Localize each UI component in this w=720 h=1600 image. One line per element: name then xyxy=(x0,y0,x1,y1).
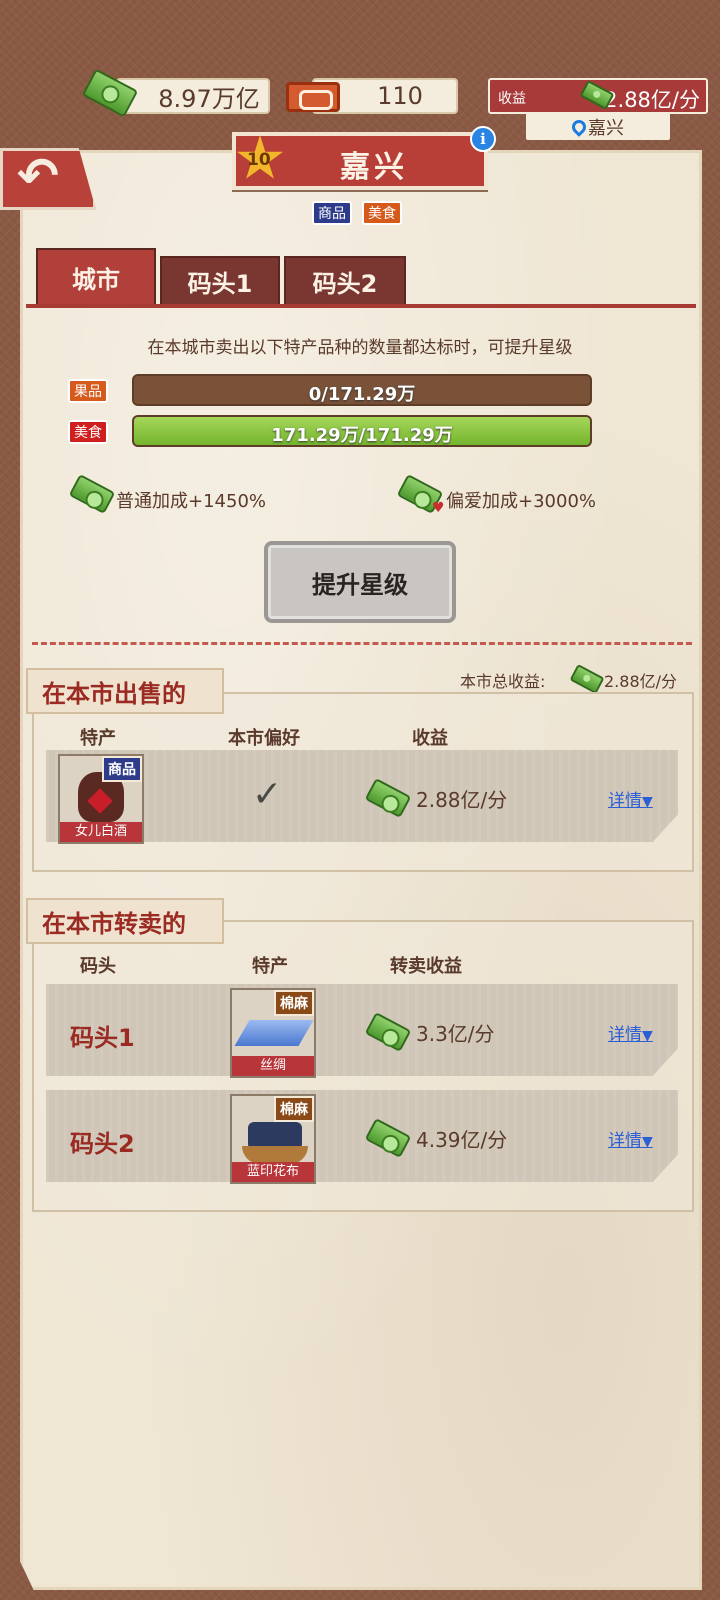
progress-bar-food: 171.29万/171.29万 xyxy=(132,415,592,447)
location-display[interactable]: 嘉兴 xyxy=(526,113,670,140)
cash-display: 8.97万亿 xyxy=(116,78,270,114)
section-divider xyxy=(32,642,692,645)
checkmark-icon: ✓ xyxy=(252,774,283,815)
resell-row xyxy=(46,984,678,1076)
sell-section-title: 在本市出售的 xyxy=(26,668,224,714)
location-name: 嘉兴 xyxy=(588,117,624,139)
detail-link-sell[interactable]: 详情▼ xyxy=(608,786,653,811)
upgrade-star-button[interactable]: 提升星级 xyxy=(264,541,456,623)
detail-link-dock1[interactable]: 详情▼ xyxy=(608,1020,653,1045)
sell-col-income: 收益 xyxy=(412,728,448,749)
income-label: 收益 xyxy=(498,91,526,107)
product-tag: 棉麻 xyxy=(274,1096,314,1122)
ticket-icon xyxy=(286,82,340,112)
location-pin-icon xyxy=(569,116,589,137)
resell-section-title: 在本市转卖的 xyxy=(26,898,224,944)
normal-bonus: 普通加成+1450% xyxy=(116,491,266,512)
dock-name: 码头2 xyxy=(70,1130,135,1158)
sell-col-product: 特产 xyxy=(80,728,116,749)
detail-link-dock2[interactable]: 详情▼ xyxy=(608,1126,653,1151)
upgrade-hint: 在本城市卖出以下特产品种的数量都达标时，可提升星级 xyxy=(147,338,573,358)
sell-income: 2.88亿/分 xyxy=(416,788,508,812)
city-tag-goods: 商品 xyxy=(312,201,352,225)
progress-text-fruit: 0/171.29万 xyxy=(308,384,416,405)
product-tag: 商品 xyxy=(102,756,142,782)
tab-city[interactable]: 城市 xyxy=(36,248,156,306)
sell-col-preference: 本市偏好 xyxy=(228,728,300,749)
cash-value: 8.97万亿 xyxy=(158,84,260,113)
heart-icon: ♥ xyxy=(432,500,445,516)
tab-underline xyxy=(26,304,696,308)
resell-income: 4.39亿/分 xyxy=(416,1128,508,1152)
silk-icon xyxy=(234,1020,314,1046)
product-thumb-silk[interactable]: 棉麻 丝绸 xyxy=(230,988,316,1078)
resell-income: 3.3亿/分 xyxy=(416,1022,495,1046)
favor-bonus: 偏爱加成+3000% xyxy=(446,491,596,512)
req-tag-food: 美食 xyxy=(68,420,108,444)
star-level: 10 xyxy=(247,150,271,170)
product-name: 女儿白酒 xyxy=(60,822,142,842)
dock-name: 码头1 xyxy=(70,1024,135,1052)
total-income-label: 本市总收益: xyxy=(460,672,546,691)
resell-col-income: 转卖收益 xyxy=(390,956,462,977)
product-name: 丝绸 xyxy=(232,1056,314,1076)
city-tag-food: 美食 xyxy=(362,201,402,225)
product-thumb-nuerbai[interactable]: 商品 女儿白酒 xyxy=(58,754,144,844)
total-income-value: 2.88亿/分 xyxy=(604,672,678,691)
resell-row xyxy=(46,1090,678,1182)
info-icon[interactable]: i xyxy=(470,126,496,152)
resell-col-dock: 码头 xyxy=(80,956,116,977)
req-tag-fruit: 果品 xyxy=(68,379,108,403)
product-tag: 棉麻 xyxy=(274,990,314,1016)
city-name: 嘉兴 xyxy=(340,150,408,185)
income-value: 2.88亿/分 xyxy=(604,88,700,112)
tab-dock1[interactable]: 码头1 xyxy=(160,256,280,306)
ticket-value: 110 xyxy=(377,82,423,110)
resell-col-product: 特产 xyxy=(252,956,288,977)
progress-text-food: 171.29万/171.29万 xyxy=(271,425,453,446)
product-name: 蓝印花布 xyxy=(232,1162,314,1182)
tab-dock2[interactable]: 码头2 xyxy=(284,256,406,306)
progress-bar-fruit: 0/171.29万 xyxy=(132,374,592,406)
product-thumb-blue-print-cloth[interactable]: 棉麻 蓝印花布 xyxy=(230,1094,316,1184)
